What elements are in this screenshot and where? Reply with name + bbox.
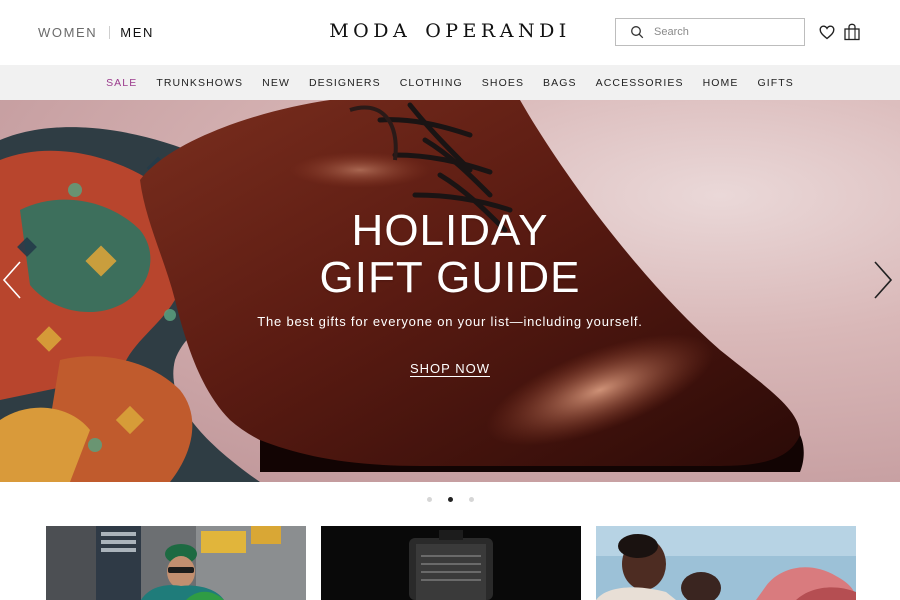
- hero-title: HOLIDAY GIFT GUIDE: [0, 207, 900, 301]
- logo-word-1: MODA: [329, 20, 412, 42]
- carousel-dot-2[interactable]: [447, 497, 453, 502]
- carousel-dots: [0, 497, 900, 502]
- search-box[interactable]: [615, 18, 805, 46]
- logo-word-2: OPERANDI: [425, 20, 571, 42]
- carousel-dot-1[interactable]: [426, 497, 432, 502]
- watch-photo: [321, 526, 581, 600]
- nav-item-sale[interactable]: SALE: [106, 77, 137, 89]
- hero-cta-wrapper: SHOP NOW: [0, 360, 900, 378]
- chevron-left-icon[interactable]: [2, 260, 22, 300]
- site-header: WOMEN MEN MODA OPERANDI: [0, 0, 900, 65]
- shop-now-link[interactable]: SHOP NOW: [410, 361, 490, 376]
- hero-banner[interactable]: HOLIDAY GIFT GUIDE The best gifts for ev…: [0, 100, 900, 482]
- chevron-right-icon[interactable]: [873, 260, 893, 300]
- hero-title-line-1: HOLIDAY: [351, 206, 549, 255]
- heart-icon[interactable]: [818, 23, 836, 41]
- watch-tile[interactable]: [321, 526, 581, 600]
- street-style-tile[interactable]: [46, 526, 306, 600]
- models-tile[interactable]: [596, 526, 856, 600]
- hero-title-line-2: GIFT GUIDE: [319, 253, 581, 302]
- hero-subtitle: The best gifts for everyone on your list…: [257, 314, 643, 329]
- carousel-dot-3[interactable]: [468, 497, 474, 502]
- nav-item-gifts[interactable]: GIFTS: [758, 77, 794, 89]
- search-input[interactable]: [654, 26, 794, 38]
- nav-item-new[interactable]: NEW: [262, 77, 290, 89]
- main-nav: SALE TRUNKSHOWS NEW DESIGNERS CLOTHING S…: [0, 65, 900, 100]
- nav-item-clothing[interactable]: CLOTHING: [400, 77, 463, 89]
- nav-item-bags[interactable]: BAGS: [543, 77, 577, 89]
- street-style-photo: [46, 526, 306, 600]
- nav-item-designers[interactable]: DESIGNERS: [309, 77, 381, 89]
- search-icon: [631, 26, 644, 39]
- nav-item-trunkshows[interactable]: TRUNKSHOWS: [156, 77, 243, 89]
- models-photo: [596, 526, 856, 600]
- nav-item-accessories[interactable]: ACCESSORIES: [596, 77, 684, 89]
- nav-item-shoes[interactable]: SHOES: [482, 77, 524, 89]
- shopping-bag-icon[interactable]: [843, 23, 861, 41]
- nav-item-home[interactable]: HOME: [703, 77, 739, 89]
